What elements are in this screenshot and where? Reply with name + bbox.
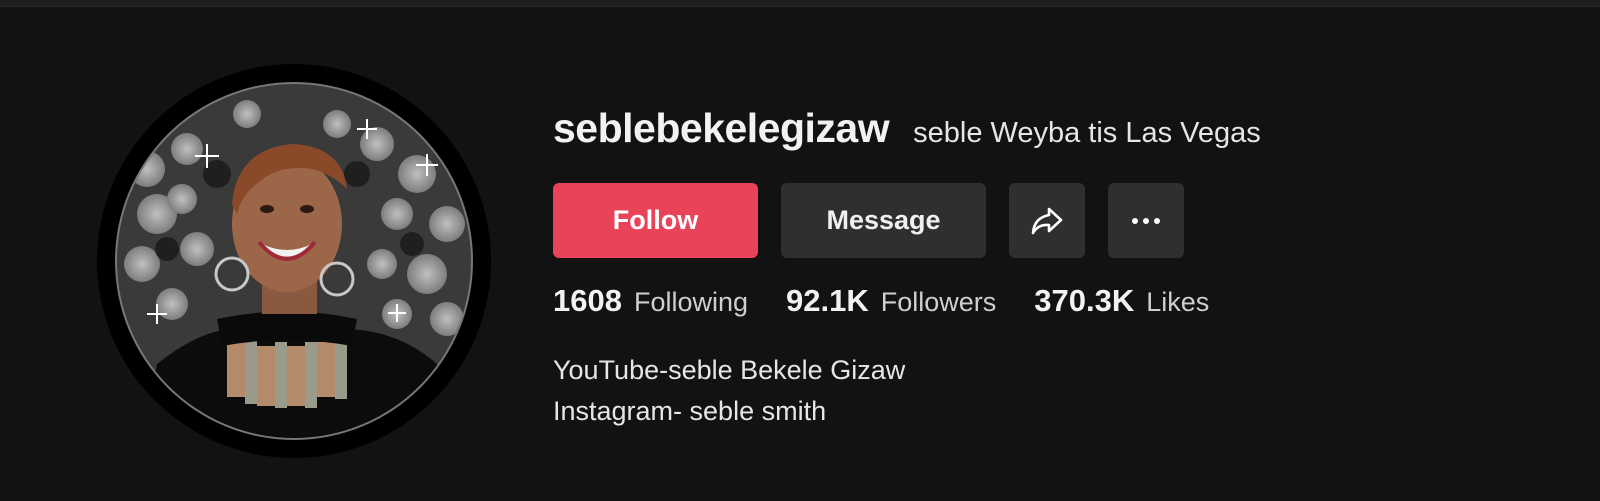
stat-following[interactable]: 1608 Following bbox=[553, 283, 748, 319]
follow-button[interactable]: Follow bbox=[553, 183, 758, 258]
share-arrow-icon bbox=[1031, 207, 1063, 234]
nickname: seble Weyba tis Las Vegas bbox=[913, 117, 1261, 149]
profile-page: seblebekelegizaw seble Weyba tis Las Veg… bbox=[0, 0, 1600, 501]
stat-value: 1608 bbox=[553, 283, 622, 318]
stat-label: Followers bbox=[880, 287, 997, 317]
bio-line: YouTube-seble Bekele Gizaw bbox=[553, 355, 906, 385]
stat-label: Following bbox=[633, 287, 749, 317]
stat-value: 370.3K bbox=[1034, 283, 1135, 318]
avatar[interactable] bbox=[97, 64, 491, 458]
message-button[interactable]: Message bbox=[781, 183, 986, 258]
bio: YouTube-seble Bekele Gizaw Instagram- se… bbox=[553, 350, 905, 432]
top-divider bbox=[0, 0, 1600, 7]
stat-likes: 370.3K Likes bbox=[1034, 283, 1209, 319]
stat-value: 92.1K bbox=[786, 283, 869, 318]
username: seblebekelegizaw bbox=[553, 105, 890, 151]
profile-stats: 1608 Following 92.1K Followers 370.3K Li… bbox=[553, 283, 1209, 319]
profile-header: seblebekelegizaw seble Weyba tis Las Veg… bbox=[553, 105, 1261, 161]
avatar-image bbox=[97, 64, 491, 458]
action-bar: Follow Message bbox=[553, 183, 1184, 258]
stat-followers[interactable]: 92.1K Followers bbox=[786, 283, 996, 319]
bio-line: Instagram- seble smith bbox=[553, 396, 827, 426]
share-button[interactable] bbox=[1009, 183, 1085, 258]
more-dots-icon bbox=[1132, 217, 1160, 224]
stat-label: Likes bbox=[1146, 287, 1210, 317]
more-button[interactable] bbox=[1108, 183, 1184, 258]
